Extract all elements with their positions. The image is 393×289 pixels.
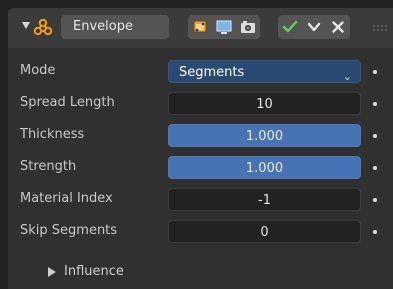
keyframe-dot[interactable] xyxy=(373,166,377,170)
chevron-right-icon[interactable] xyxy=(48,267,56,277)
mode-dropdown[interactable]: Segments ⌄ xyxy=(168,60,361,83)
render-toggle[interactable] xyxy=(236,15,260,39)
keyframe-dot[interactable] xyxy=(373,102,377,106)
chevron-down-menu-icon xyxy=(307,22,321,32)
mode-value: Segments xyxy=(179,65,245,80)
keyframe-dot[interactable] xyxy=(373,70,377,74)
chevron-down-icon[interactable] xyxy=(22,22,30,29)
apply-checkmark-icon xyxy=(282,20,298,33)
modifier-name-field[interactable]: Envelope xyxy=(61,15,169,39)
drag-handle-icon[interactable] xyxy=(373,25,387,31)
spread-length-label: Spread Length xyxy=(20,95,115,110)
keyframe-dot[interactable] xyxy=(373,198,377,202)
edit-mode-toggle[interactable] xyxy=(188,15,212,39)
strength-label: Strength xyxy=(20,159,77,174)
viewport-display-icon xyxy=(216,20,232,34)
influence-subpanel-header[interactable]: Influence xyxy=(64,261,124,283)
close-icon xyxy=(332,21,344,33)
material-index-label: Material Index xyxy=(20,191,113,206)
skip-segments-field[interactable]: 0 xyxy=(168,220,361,243)
mode-label: Mode xyxy=(20,63,56,78)
modifier-header: Envelope xyxy=(8,8,393,48)
modifier-panel: Envelope Mode Segments ⌄ Spread Length 1… xyxy=(8,8,393,289)
thickness-label: Thickness xyxy=(20,127,85,142)
modifier-menu-button[interactable] xyxy=(302,15,326,39)
chevron-down-icon: ⌄ xyxy=(342,70,352,83)
material-index-field[interactable]: -1 xyxy=(168,188,361,211)
thickness-slider[interactable]: 1.000 xyxy=(168,124,361,147)
delete-modifier-button[interactable] xyxy=(326,15,350,39)
spread-length-field[interactable]: 10 xyxy=(168,92,361,115)
envelope-modifier-icon xyxy=(33,18,53,36)
keyframe-dot[interactable] xyxy=(373,230,377,234)
edit-mode-icon xyxy=(193,20,207,33)
keyframe-dot[interactable] xyxy=(373,134,377,138)
render-icon xyxy=(241,21,255,33)
apply-button[interactable] xyxy=(278,15,302,39)
strength-slider[interactable]: 1.000 xyxy=(168,156,361,179)
skip-segments-label: Skip Segments xyxy=(20,223,118,238)
viewport-toggle[interactable] xyxy=(212,15,236,39)
